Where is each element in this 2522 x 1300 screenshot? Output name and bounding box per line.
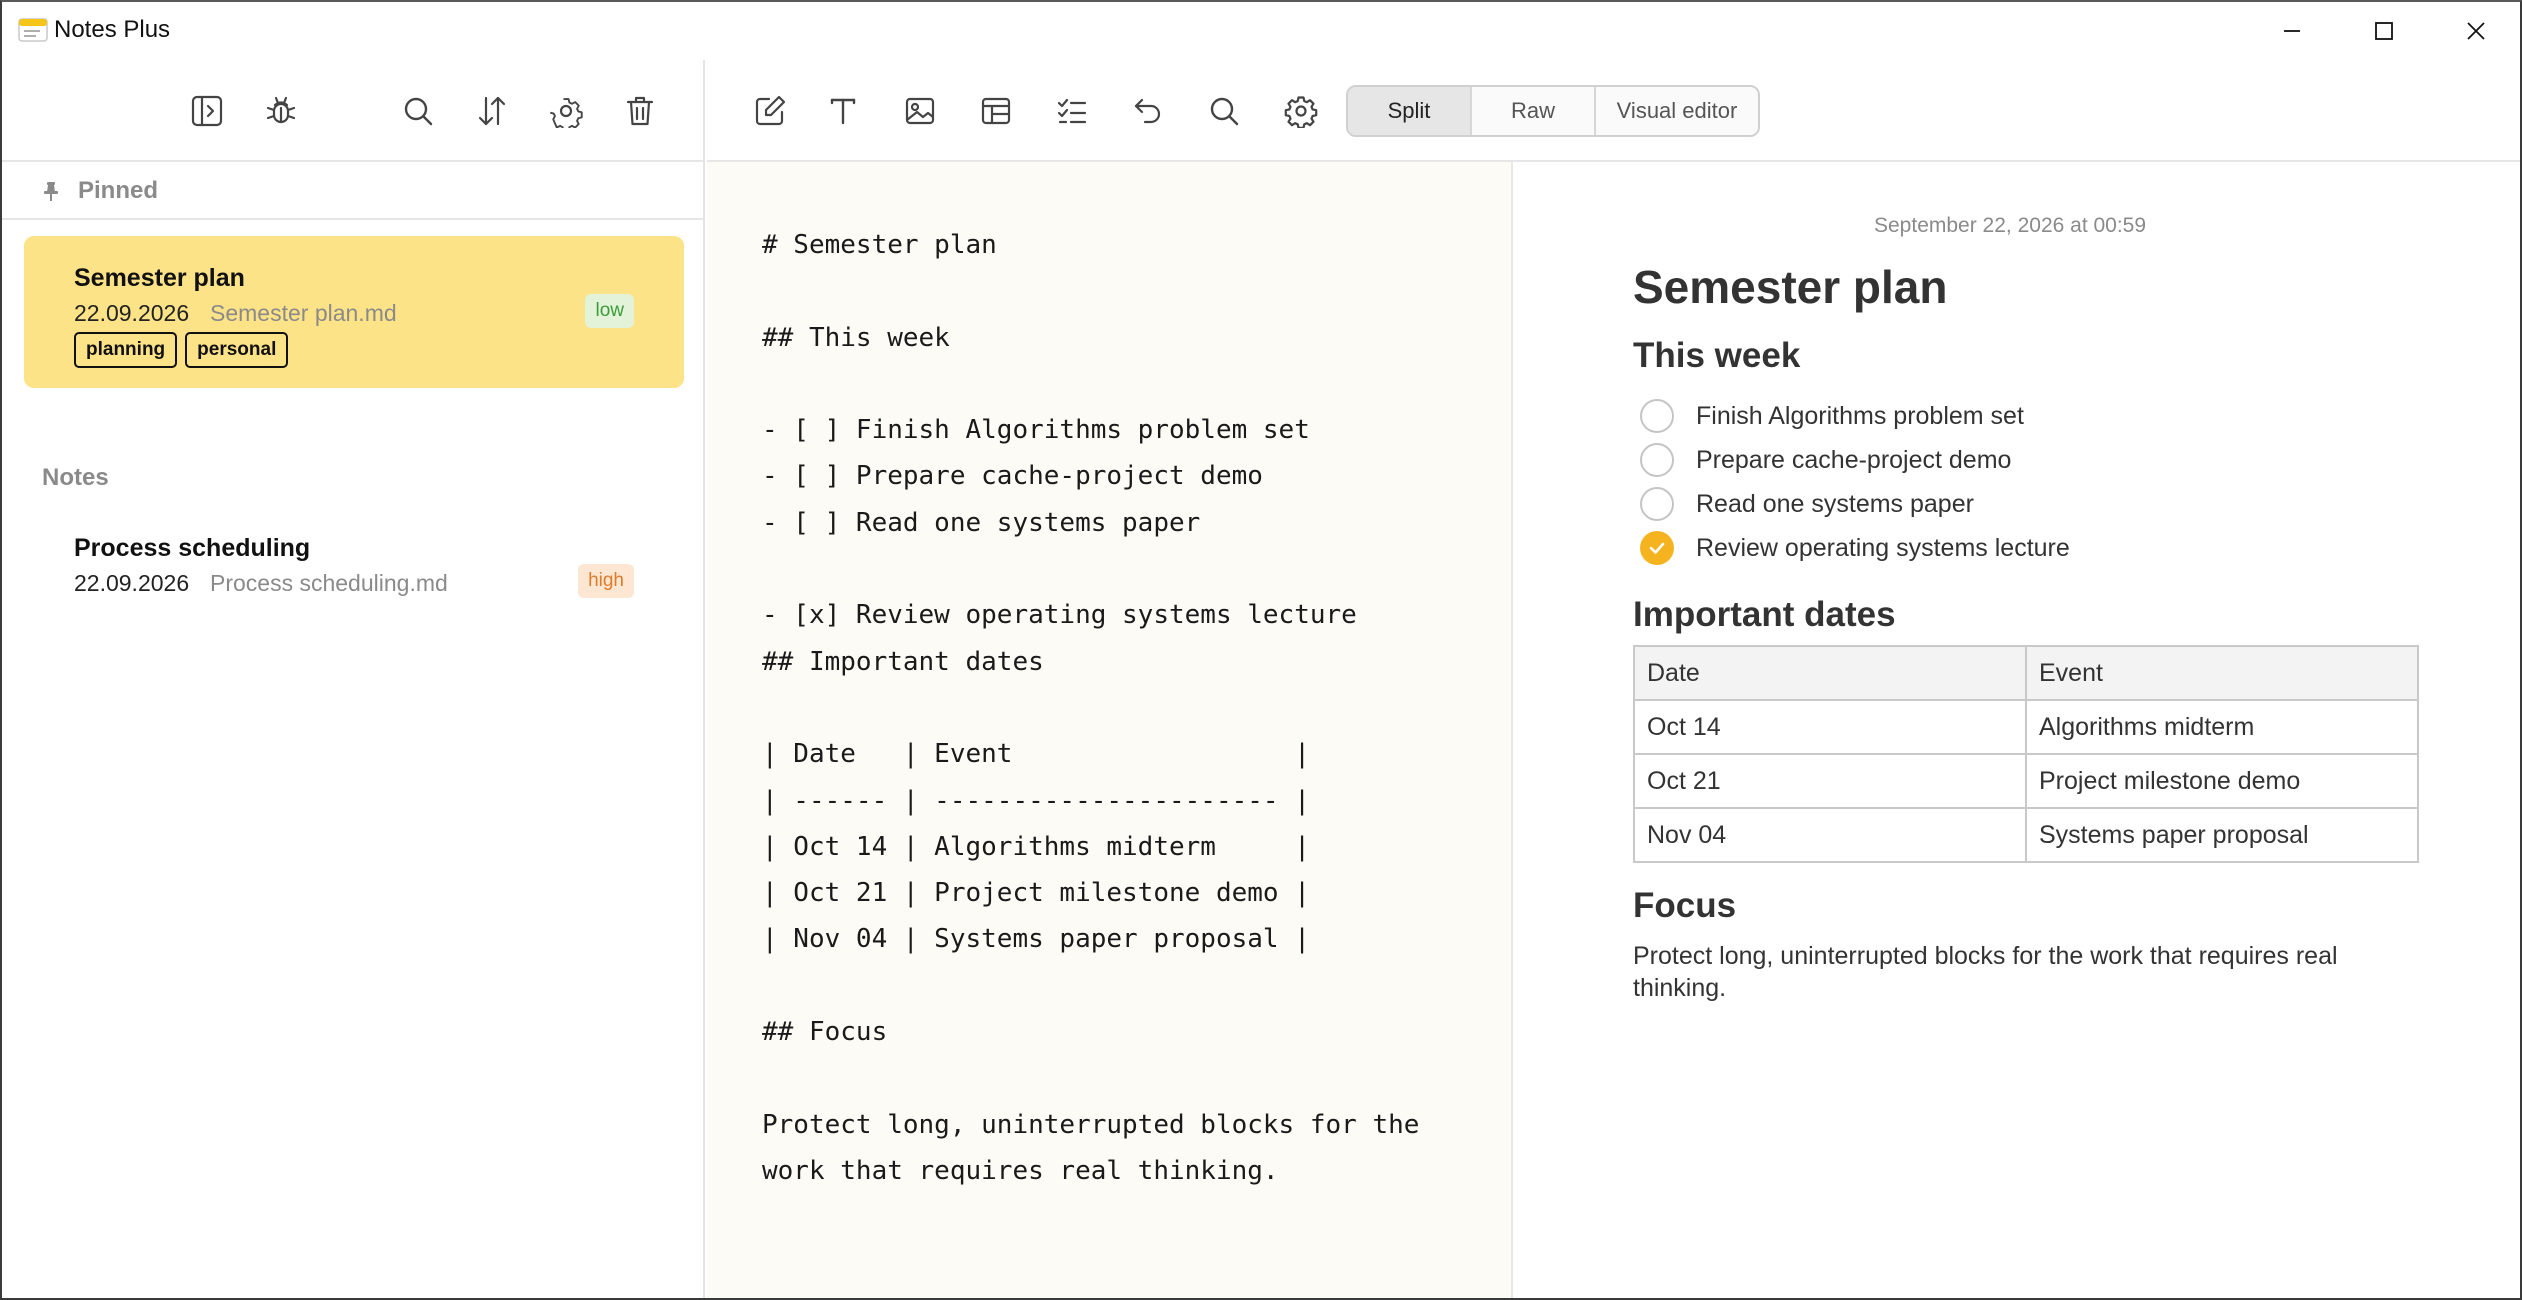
task-item[interactable]: Review operating systems lecture [1640,530,2070,566]
checkbox-checked-icon[interactable] [1640,531,1674,565]
settings-icon [1284,96,1318,128]
table-header-cell: Event [2025,645,2419,701]
task-item[interactable]: Read one systems paper [1640,486,1974,522]
app-icon [18,18,48,42]
table-cell: Algorithms midterm [2025,699,2419,755]
preview-heading-important-dates: Important dates [1633,595,1896,634]
task-text: Read one systems paper [1696,489,1974,518]
settings-icon [550,98,583,128]
table-row: Nov 04 Systems paper proposal [1633,807,2419,863]
sidebar: Pinned Semester plan 22.09.2026 Semester… [2,60,705,1298]
sidebar-settings-button[interactable] [542,87,590,135]
checkbox-unchecked-icon[interactable] [1640,399,1674,433]
checkbox-unchecked-icon[interactable] [1640,443,1674,477]
toggle-sidebar-button[interactable] [183,87,231,135]
mode-visual-editor-button[interactable]: Visual editor [1596,87,1758,135]
search-icon [404,97,433,126]
priority-badge: high [578,564,634,598]
note-item-process-scheduling[interactable]: Process scheduling 22.09.2026 Process sc… [24,506,684,658]
task-text: Review operating systems lecture [1696,533,2070,562]
table-cell: Systems paper proposal [2025,807,2419,863]
pin-icon [44,182,58,201]
preview-focus-paragraph: Protect long, uninterrupted blocks for t… [1633,942,2338,1002]
note-tags: planning personal [74,332,289,368]
task-text: Finish Algorithms problem set [1696,401,2024,430]
title-bar: Notes Plus [2,2,2520,60]
image-icon [905,97,935,125]
edit-icon [755,95,786,126]
checkbox-unchecked-icon[interactable] [1640,487,1674,521]
note-item-semester-plan[interactable]: Semester plan 22.09.2026 Semester plan.m… [24,236,684,388]
minimize-icon [2284,30,2300,32]
app-title: Notes Plus [54,16,171,43]
close-icon [2467,22,2485,40]
mode-split-button[interactable]: Split [1348,87,1472,135]
table-row: Oct 21 Project milestone demo [1633,753,2419,809]
note-filename: Process scheduling.md [210,570,448,596]
sort-icon [478,96,506,126]
insert-image-button[interactable] [896,87,944,135]
table-header-row: Date Event [1633,645,2419,701]
dates-table: Date Event Oct 14 Algorithms midterm Oct… [1633,645,2419,863]
task-item[interactable]: Prepare cache-project demo [1640,442,2011,478]
note-title: Process scheduling [74,534,311,562]
preview-heading-this-week: This week [1633,336,1801,375]
find-in-note-button[interactable] [1200,87,1248,135]
pinned-label: Pinned [78,177,159,204]
text-format-button[interactable] [819,87,867,135]
undo-button[interactable] [1124,87,1172,135]
preview-timestamp: September 22, 2026 at 00:59 [1874,214,2147,237]
note-title: Semester plan [74,264,245,292]
toggle-sidebar-icon [191,95,223,127]
app-window: Notes Plus Pinned Semester plan 22.09.20… [0,0,2522,1300]
text-icon [830,98,856,125]
view-mode-toggle: Split Raw Visual editor [1346,85,1760,137]
close-button[interactable] [2430,2,2520,60]
undo-icon [1134,98,1161,124]
tag-chip[interactable]: planning [74,332,178,368]
mode-raw-button[interactable]: Raw [1472,87,1596,135]
maximize-icon [2375,22,2393,40]
editor-settings-button[interactable] [1277,87,1325,135]
sidebar-toolbar [2,60,705,162]
table-row: Oct 14 Algorithms midterm [1633,699,2419,755]
delete-note-button[interactable] [616,87,664,135]
insert-checklist-button[interactable] [1048,87,1096,135]
insert-table-button[interactable] [972,87,1020,135]
priority-badge: low [585,294,634,328]
table-icon [981,97,1011,125]
note-filename: Semester plan.md [210,300,397,326]
tag-chip[interactable]: personal [185,332,289,368]
table-cell: Nov 04 [1633,807,2027,863]
preview-heading-focus: Focus [1633,886,1737,925]
note-date: 22.09.2026 [74,570,190,596]
search-notes-button[interactable] [394,87,442,135]
minimize-button[interactable] [2246,2,2338,60]
sort-button[interactable] [468,87,516,135]
notes-section-label: Notes [42,464,109,491]
preview-title: Semester plan [1633,261,1948,313]
trash-icon [626,96,654,126]
table-cell: Oct 21 [1633,753,2027,809]
task-text: Prepare cache-project demo [1696,445,2012,474]
table-cell: Oct 14 [1633,699,2027,755]
pinned-section-header: Pinned [2,164,705,220]
checklist-icon [1057,98,1087,124]
task-item[interactable]: Finish Algorithms problem set [1640,398,2024,434]
edit-button[interactable] [746,87,794,135]
table-cell: Project milestone demo [2025,753,2419,809]
bug-icon [266,96,296,124]
raw-markdown-text[interactable]: # Semester plan ## This week - [ ] Finis… [762,222,1419,1194]
maximize-button[interactable] [2338,2,2430,60]
debug-button[interactable] [257,87,305,135]
table-header-cell: Date [1633,645,2027,701]
note-date: 22.09.2026 [74,300,190,326]
search-icon [1210,97,1239,126]
